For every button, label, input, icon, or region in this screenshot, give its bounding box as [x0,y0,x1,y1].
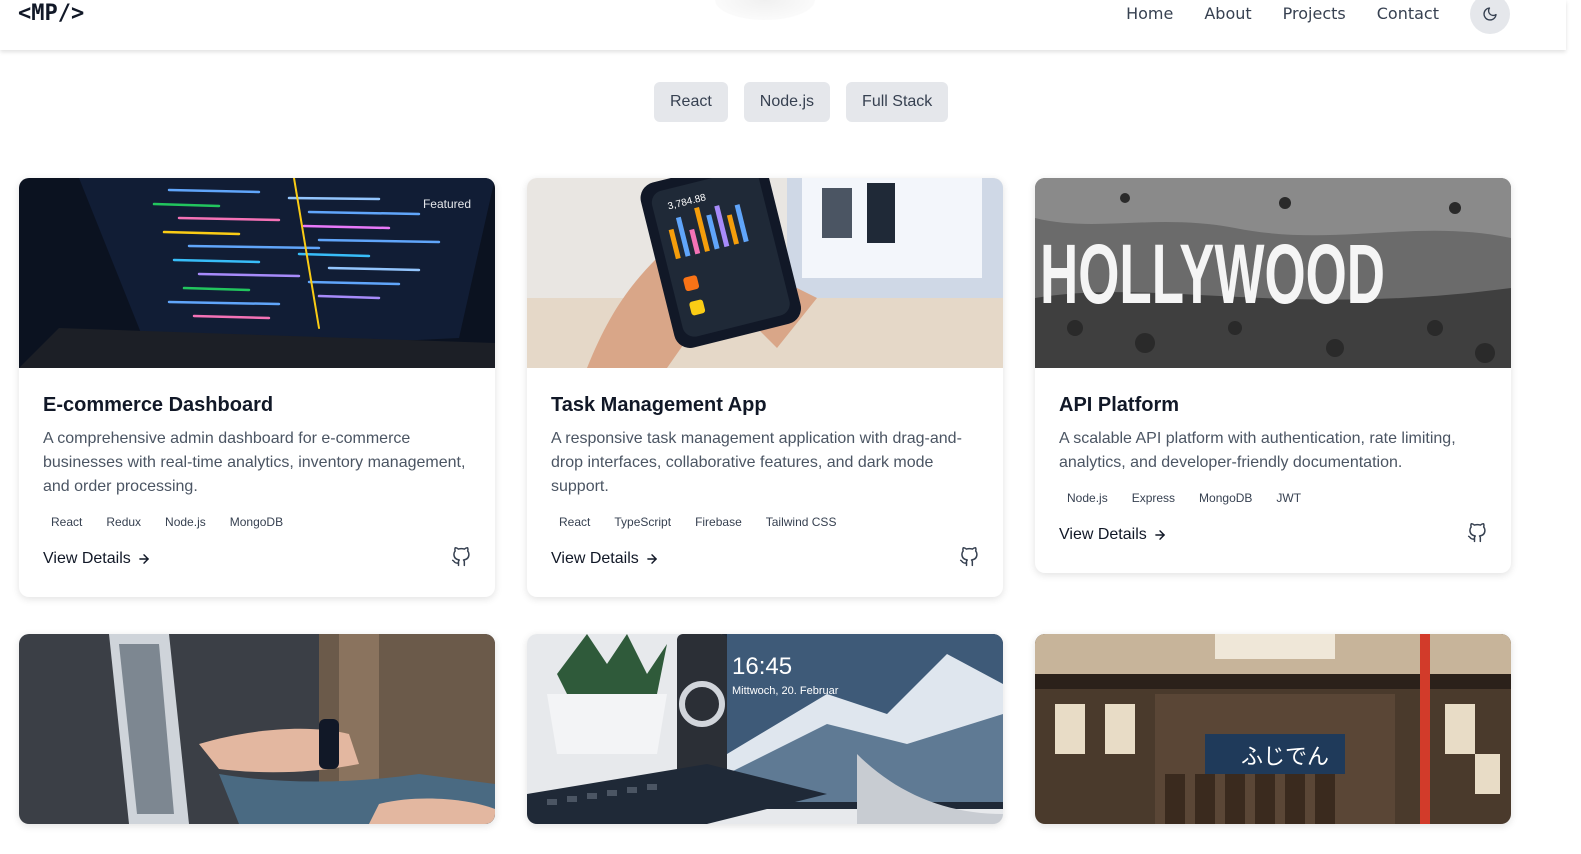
project-card: 3,784.88 Task Management App A responsiv… [527,178,1003,597]
tag: JWT [1276,491,1302,505]
nav-about[interactable]: About [1204,4,1251,24]
tag-list: React TypeScript Firebase Tailwind CSS [551,511,979,533]
tag: React [559,515,591,529]
theme-toggle-button[interactable] [1470,0,1510,34]
tag: Express [1131,491,1176,505]
project-card: Featured E-commerce Dashboard A comprehe… [19,178,495,597]
tag: Redux [106,515,142,529]
github-icon[interactable] [959,547,979,571]
project-description: A comprehensive admin dashboard for e-co… [43,430,466,495]
nav-decoration [715,0,815,20]
tag: Node.js [1067,491,1108,505]
clock-time-text: 16:45 [732,653,792,680]
view-details-link[interactable]: View Details [1059,526,1167,544]
tag: TypeScript [614,515,672,529]
filter-fullstack[interactable]: Full Stack [846,82,949,122]
tag: MongoDB [1199,491,1253,505]
filter-nodejs[interactable]: Node.js [743,82,831,122]
filter-buttons: React Node.js Full Stack [654,82,949,122]
tag: Node.js [165,515,206,529]
nav-contact[interactable]: Contact [1377,4,1439,24]
view-details-label: View Details [1059,526,1147,543]
project-card: HOLLYWOOD API Platform A scalable API pl… [1035,178,1511,573]
project-card [19,634,495,824]
view-details-link[interactable]: View Details [551,550,659,568]
project-title: Task Management App [551,394,767,416]
arrow-right-icon [1154,530,1165,540]
tag: Tailwind CSS [765,515,837,529]
project-description: A scalable API platform with authenticat… [1059,430,1456,471]
project-card: 16:45 Mittwoch, 20. Februar [527,634,1003,824]
view-details-label: View Details [43,550,131,567]
clock-date-text: Mittwoch, 20. Februar [732,685,839,697]
navbar: <MP/> Home About Projects Contact [0,0,1566,50]
project-image: HOLLYWOOD [1035,178,1511,368]
view-details-label: View Details [551,550,639,567]
tag: Firebase [695,515,742,529]
arrow-right-icon [138,554,149,564]
project-description: A responsive task management application… [551,430,962,495]
tag: React [51,515,83,529]
logo[interactable]: <MP/> [18,0,84,28]
shop-sign-text: ふじでん [1241,745,1329,770]
view-details-link[interactable]: View Details [43,550,151,568]
arrow-right-icon [646,554,657,564]
tag-list: React Redux Node.js MongoDB [43,511,471,533]
project-title: E-commerce Dashboard [43,394,274,416]
project-image: ふじでん [1035,634,1511,824]
github-icon[interactable] [451,547,471,571]
tag: MongoDB [229,515,284,529]
nav-links: Home About Projects Contact [1126,4,1439,24]
filter-react[interactable]: React [654,82,728,122]
project-image [19,634,495,824]
project-title: API Platform [1059,394,1180,416]
nav-home[interactable]: Home [1126,4,1173,24]
featured-badge: Featured [422,197,471,211]
project-image: 16:45 Mittwoch, 20. Februar [527,634,1003,824]
project-image: 3,784.88 [527,178,1003,368]
hollywood-sign-text: HOLLYWOOD [1040,227,1385,321]
moon-icon [1483,7,1497,21]
project-card: ふじでん [1035,634,1511,824]
github-icon[interactable] [1467,523,1487,547]
project-image: Featured [19,178,495,368]
nav-projects[interactable]: Projects [1283,4,1346,24]
tag-list: Node.js Express MongoDB JWT [1059,487,1487,509]
